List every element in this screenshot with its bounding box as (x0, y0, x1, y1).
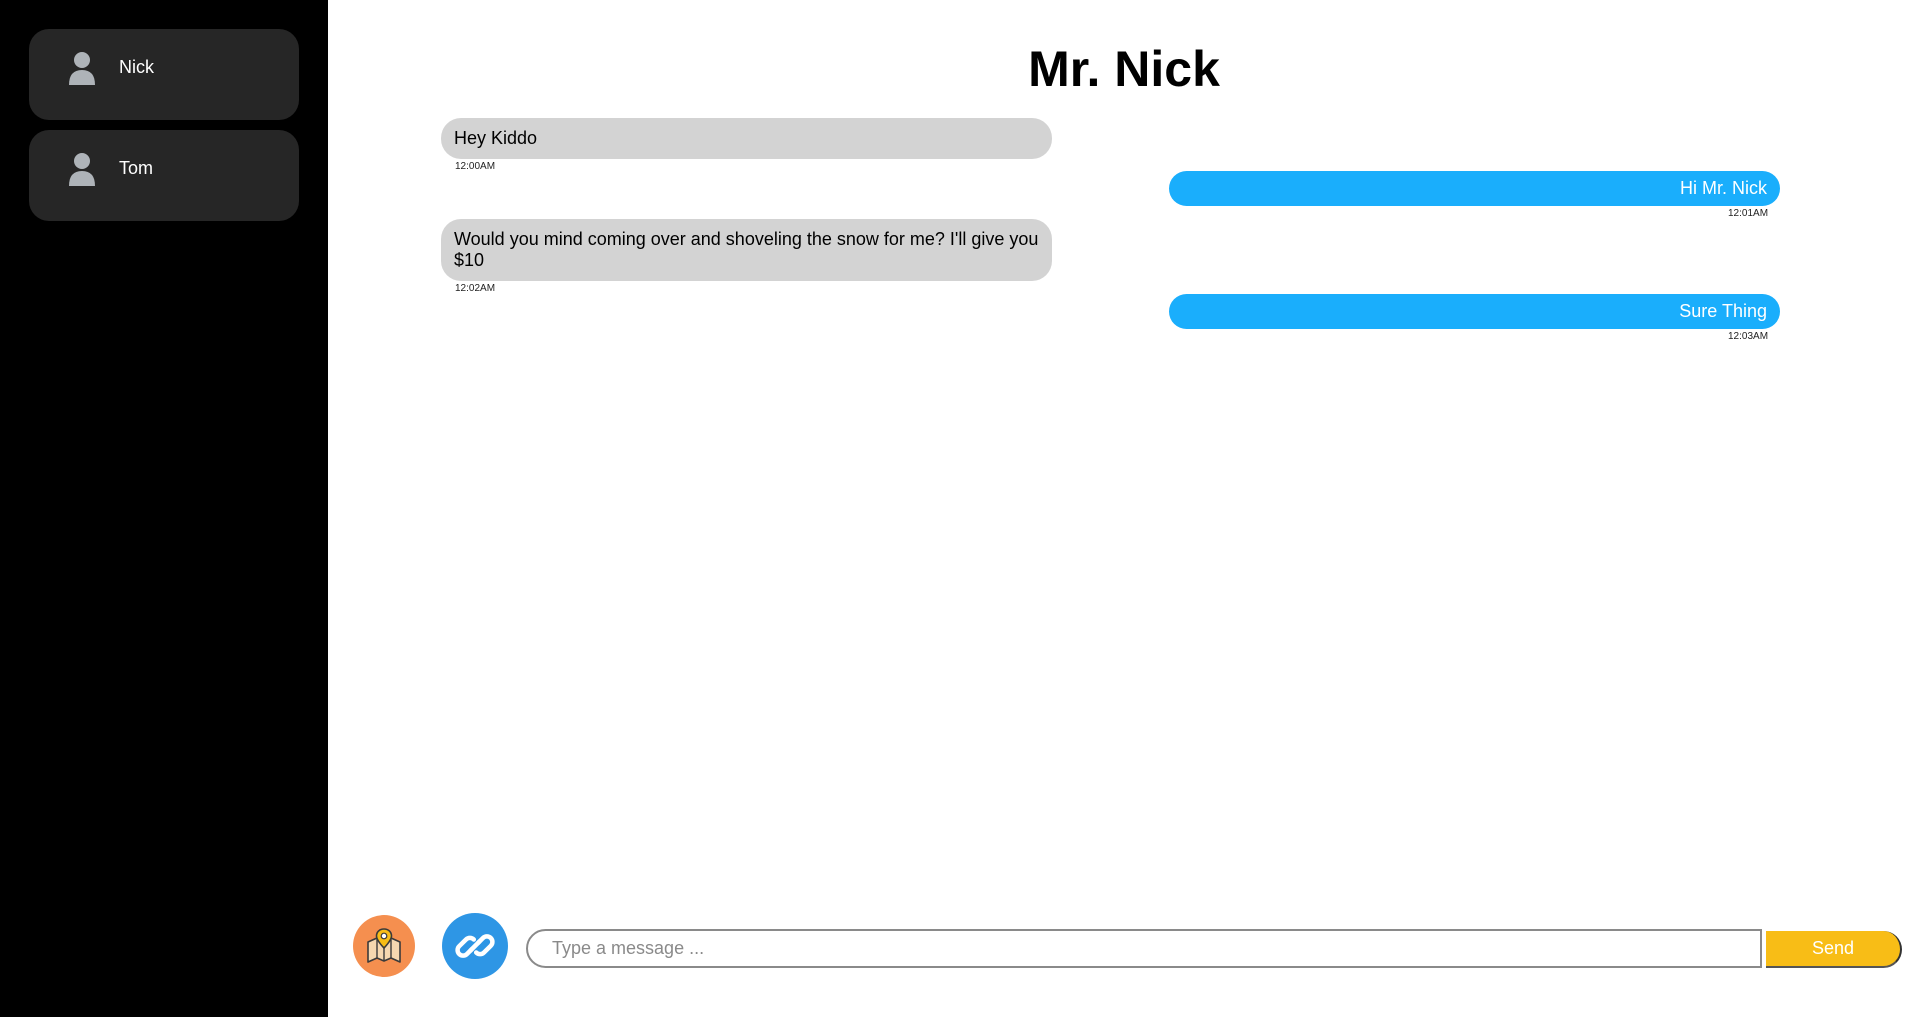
message-timestamp: 12:03AM (1728, 331, 1769, 342)
message-composer: Send (328, 912, 1920, 982)
link-icon (455, 934, 495, 958)
message-timestamp: 12:01AM (1728, 208, 1769, 219)
contact-name: Tom (119, 158, 154, 178)
message-list: Hey Kiddo 12:00AM Hi Mr. Nick 12:01AM Wo… (328, 118, 1920, 342)
message-bubble: Would you mind coming over and shoveling… (441, 219, 1052, 281)
message-input[interactable] (526, 929, 1762, 968)
send-button[interactable]: Send (1766, 931, 1902, 968)
message-bubble: Hi Mr. Nick (1169, 171, 1780, 206)
user-icon (69, 51, 95, 85)
message-timestamp: 12:02AM (455, 283, 496, 294)
contact-item-tom[interactable]: Tom (29, 130, 299, 221)
attach-link-button[interactable] (442, 913, 508, 979)
message-outgoing: Hi Mr. Nick 12:01AM (328, 171, 1920, 219)
message-outgoing: Sure Thing 12:03AM (328, 294, 1920, 342)
chat-app: Nick Tom Mr. Nick Hey Kiddo 12:00AM Hi M… (0, 0, 1920, 1017)
message-incoming: Hey Kiddo 12:00AM (328, 118, 1920, 172)
message-bubble: Sure Thing (1169, 294, 1780, 329)
contact-name: Nick (119, 57, 154, 77)
message-bubble: Hey Kiddo (441, 118, 1052, 159)
user-icon (69, 152, 95, 186)
contacts-sidebar: Nick Tom (0, 0, 328, 1017)
chat-title: Mr. Nick (1028, 41, 1220, 97)
message-incoming: Would you mind coming over and shoveling… (328, 219, 1920, 294)
chat-panel: Mr. Nick Hey Kiddo 12:00AM Hi Mr. Nick 1… (328, 0, 1920, 1017)
share-location-button[interactable] (353, 915, 415, 977)
contact-item-nick[interactable]: Nick (29, 29, 299, 120)
map-location-icon (367, 928, 401, 963)
